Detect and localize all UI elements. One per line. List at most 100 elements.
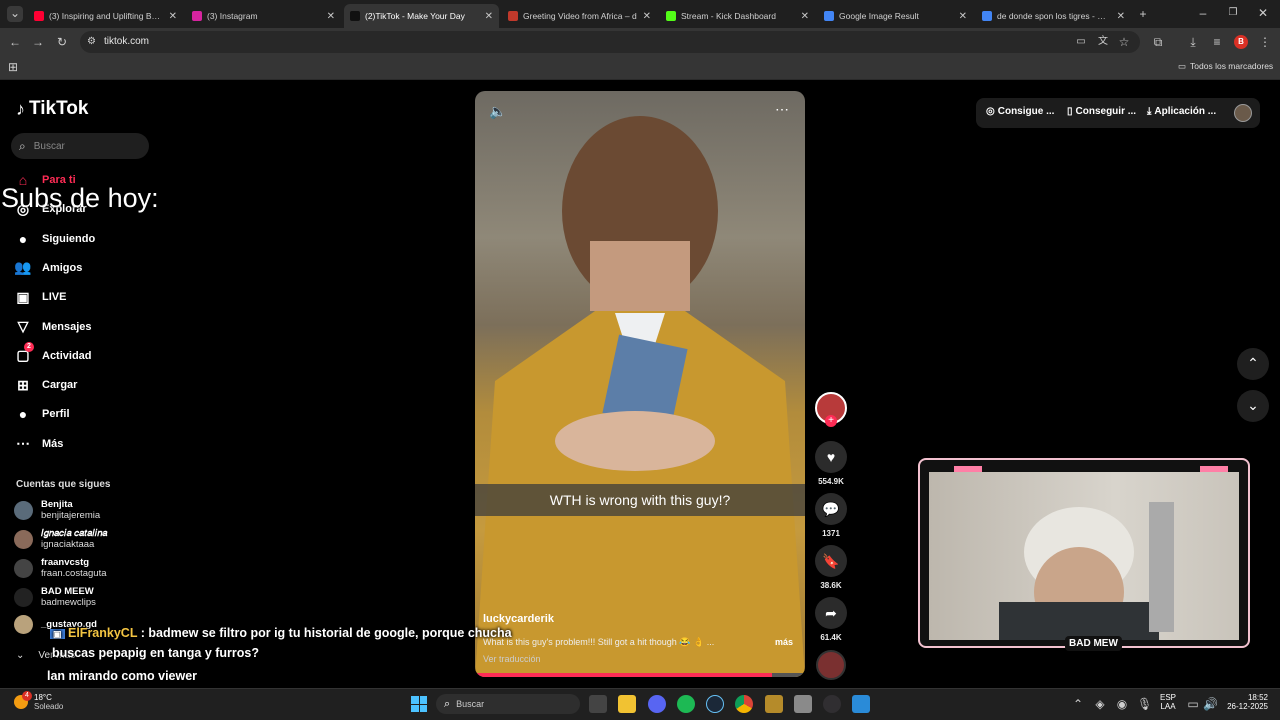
bookmark-star-icon[interactable]: ☆ — [1117, 35, 1131, 49]
volume-tray-icon[interactable]: 🔊 — [1203, 697, 1218, 711]
extensions-icon[interactable]: ⧉ — [1151, 35, 1165, 49]
user-avatar[interactable] — [1234, 104, 1252, 122]
followed-account[interactable]: BAD MEEW badmewclips — [14, 586, 96, 608]
sidebar-item-live[interactable]: ▣ LIVE — [14, 285, 66, 309]
cast-icon[interactable]: ▭ — [1074, 35, 1088, 49]
close-tab-icon[interactable]: ✕ — [959, 11, 967, 22]
weather-widget[interactable]: 4 18°C Soleado — [14, 691, 63, 711]
language-indicator[interactable]: ESP LAA — [1160, 693, 1176, 711]
sidebar-item-following-avatar[interactable]: ● Siguiendo — [14, 227, 95, 251]
minimize-icon[interactable]: – — [1196, 6, 1210, 20]
sidebar-item-more[interactable]: ⋯ Más — [14, 432, 63, 456]
file-explorer-icon[interactable] — [618, 695, 636, 713]
taskbar-search[interactable]: ⌕ Buscar — [436, 694, 580, 714]
download-icon[interactable]: ⤓ — [1186, 35, 1200, 49]
volume-icon[interactable]: 🔈 — [489, 103, 506, 120]
close-tab-icon[interactable]: ✕ — [801, 11, 809, 22]
followed-account[interactable]: 𝐼𝑔𝑛𝑎𝑐𝑖𝑎 𝑐𝑎𝑡𝑎𝑙𝑖𝑛𝑎 ignaciaktaaa — [14, 528, 107, 550]
like-count: 554.9K — [818, 477, 844, 486]
tray-chevron-icon[interactable]: ⌃ — [1072, 697, 1084, 711]
search-input[interactable]: ⌕ Buscar — [11, 133, 149, 159]
followed-account[interactable]: fraanvcstg fraan.costaguta — [14, 557, 107, 579]
sidebar-item-activity[interactable]: ▢ 2 Actividad — [14, 342, 92, 368]
maximize-icon[interactable]: ❐ — [1226, 6, 1240, 20]
profile-avatar[interactable]: B — [1234, 35, 1248, 49]
follow-plus-icon[interactable]: + — [825, 415, 837, 427]
tray-app-icon-2[interactable]: ◉ — [1116, 697, 1128, 711]
sidebar-item-friends[interactable]: 👥 Amigos — [14, 256, 82, 280]
spotify-icon[interactable] — [677, 695, 695, 713]
forward-icon[interactable]: → — [31, 35, 45, 49]
close-window-icon[interactable]: ✕ — [1256, 6, 1270, 20]
tab-7[interactable]: de donde spon los tigres - Goo ✕ — [976, 4, 1131, 28]
desktop-app-button[interactable]: ⤓ Aplicación ... — [1147, 106, 1216, 117]
close-tab-icon[interactable]: ✕ — [485, 11, 493, 22]
chrome-icon[interactable] — [735, 695, 753, 713]
sidebar-item-label: Actividad — [42, 349, 92, 362]
site-info-icon[interactable]: ⚙ — [87, 35, 96, 49]
tab-4[interactable]: Greeting Video from Africa – d ✕ — [502, 4, 657, 28]
sidebar-item-upload[interactable]: ⊞ Cargar — [14, 373, 77, 397]
followed-account[interactable]: Benjita benjitajeremia — [14, 499, 100, 521]
sidebar-item-send[interactable]: ▽ Mensajes — [14, 315, 92, 339]
tray-app-icon-1[interactable]: ◈ — [1094, 697, 1106, 711]
account-names: BAD MEEW badmewclips — [41, 586, 96, 608]
new-tab-icon[interactable]: + — [1136, 7, 1150, 21]
keyboard-layout: LAA — [1160, 702, 1176, 711]
share-button[interactable]: ➦ — [815, 597, 847, 629]
tab-2[interactable]: (3) Instagram ✕ — [186, 4, 341, 28]
profile-icon: ● — [18, 406, 28, 423]
get-app-button[interactable]: ▯ Conseguir ... — [1067, 106, 1136, 117]
app-icon-2[interactable] — [794, 695, 812, 713]
video-more-button[interactable]: más — [775, 637, 793, 647]
account-name: 𝐼𝑔𝑛𝑎𝑐𝑖𝑎 𝑐𝑎𝑡𝑎𝑙𝑖𝑛𝑎 — [41, 528, 108, 539]
save-button[interactable]: 🔖 — [815, 545, 847, 577]
start-button[interactable] — [411, 696, 427, 712]
tab-6[interactable]: Google Image Result ✕ — [818, 4, 973, 28]
close-tab-icon[interactable]: ✕ — [643, 11, 651, 22]
weather-text: 18°C Soleado — [34, 693, 63, 711]
steam-icon[interactable] — [706, 695, 724, 713]
close-tab-icon[interactable]: ✕ — [327, 11, 335, 22]
close-tab-icon[interactable]: ✕ — [169, 11, 177, 22]
close-tab-icon[interactable]: ✕ — [1117, 11, 1125, 22]
app-icon-1[interactable] — [765, 695, 783, 713]
video-author[interactable]: luckycarderik — [483, 613, 554, 625]
video-player[interactable]: 🔈 ⋯ WTH is wrong with this guy!? luckyca… — [475, 91, 805, 677]
microphone-icon[interactable]: 🎙 — [1137, 697, 1152, 711]
back-icon[interactable]: ← — [8, 35, 22, 49]
network-icon[interactable]: ▭ — [1187, 697, 1199, 711]
previous-video-button[interactable]: ⌃ — [1237, 348, 1269, 380]
sound-disc-icon[interactable] — [816, 650, 846, 680]
all-bookmarks[interactable]: ▭ Todos los marcadores — [1178, 61, 1273, 72]
tab-5[interactable]: Stream - Kick Dashboard ✕ — [660, 4, 815, 28]
account-name: Benjita — [41, 499, 73, 510]
translate-link[interactable]: Ver traducción — [483, 654, 541, 664]
reload-icon[interactable]: ↻ — [55, 35, 69, 49]
discord-icon[interactable] — [648, 695, 666, 713]
obs-icon[interactable] — [823, 695, 841, 713]
apps-grid-icon[interactable]: ⊞ — [6, 60, 20, 74]
media-icon[interactable]: ≡ — [1210, 35, 1224, 49]
chevron-down-icon: ⌄ — [1247, 397, 1259, 413]
next-video-button[interactable]: ⌄ — [1237, 390, 1269, 422]
search-placeholder: Buscar — [33, 140, 65, 152]
address-bar[interactable]: ⚙ tiktok.com — [80, 31, 1140, 53]
video-options-icon[interactable]: ⋯ — [775, 101, 789, 118]
sidebar-item-profile[interactable]: ● Perfil — [14, 402, 70, 426]
bookmark-icon: 🔖 — [822, 552, 840, 569]
get-coins-button[interactable]: ◎ Consigue ... — [986, 106, 1054, 117]
comment-button[interactable]: 💬 — [815, 493, 847, 525]
like-button[interactable]: ♥ — [815, 441, 847, 473]
clock[interactable]: 18:52 26-12-2025 — [1222, 693, 1268, 711]
task-view-icon[interactable] — [589, 695, 607, 713]
tab-list-icon[interactable]: ⌄ — [7, 6, 23, 22]
menu-kebab-icon[interactable]: ⋮ — [1258, 35, 1272, 49]
tiktok-logo[interactable]: ♪ TikTok — [16, 98, 88, 120]
translate-icon[interactable]: 文 — [1096, 35, 1110, 49]
video-progress-bar[interactable] — [475, 673, 805, 677]
account-handle: ignaciaktaaa — [41, 539, 95, 550]
photos-icon[interactable] — [852, 695, 870, 713]
tab-3[interactable]: (2)TikTok - Make Your Day ✕ — [344, 4, 499, 28]
tab-1[interactable]: (3) Inspiring and Uplifting Backg ✕ — [28, 4, 183, 28]
